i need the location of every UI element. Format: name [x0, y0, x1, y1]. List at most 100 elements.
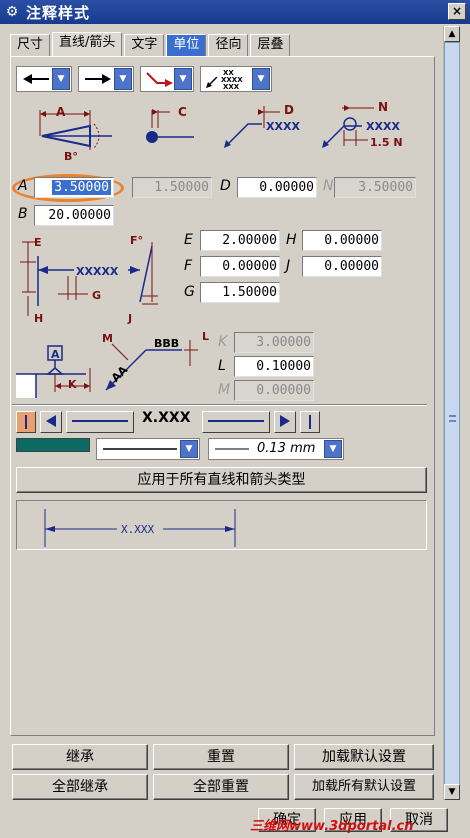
right-dimension-line-toggle[interactable]	[202, 411, 270, 433]
field-d-label: D	[220, 178, 231, 194]
svg-text:M: M	[102, 332, 113, 345]
svg-text:E: E	[34, 236, 42, 249]
tab-line-arrow[interactable]: 直线/箭头	[52, 32, 123, 56]
field-a-input[interactable]: 3.50000	[34, 177, 114, 198]
leader-type-dropdown[interactable]: ▼	[140, 66, 194, 92]
line-width-dropdown[interactable]: 0.13 mm ▼	[208, 438, 344, 460]
scroll-thumb[interactable]	[444, 42, 460, 794]
preview-text: X.XXX	[121, 523, 154, 536]
field-a-value: 3.50000	[52, 180, 111, 195]
right-arrow-toggle[interactable]	[274, 411, 296, 433]
datum-leader-diagram: A K M BBB AA L	[16, 330, 209, 398]
field-l-input[interactable]: 0.10000	[234, 356, 314, 377]
title-bar: ⚙ 注释样式 ×	[0, 0, 470, 24]
window-title: 注释样式	[26, 3, 91, 22]
chevron-down-icon[interactable]: ▼	[252, 68, 270, 90]
load-default-button[interactable]: 加载默认设置	[294, 744, 434, 770]
preview-dimension-graphic: X.XXX	[44, 509, 236, 547]
tab-stacking[interactable]: 层叠	[250, 34, 291, 56]
field-j-input[interactable]: 0.00000	[302, 256, 382, 277]
field-a-label: A	[18, 178, 28, 194]
svg-text:C: C	[178, 105, 187, 119]
svg-text:J: J	[127, 312, 132, 324]
inherit-button[interactable]: 继承	[12, 744, 148, 770]
arrow-left-icon	[23, 74, 49, 84]
field-h-input[interactable]: 0.00000	[302, 230, 382, 251]
svg-text:BBB: BBB	[154, 337, 179, 350]
svg-text:L: L	[202, 330, 209, 343]
apply-to-all-button[interactable]: 应用于所有直线和箭头类型	[16, 467, 427, 493]
field-b-label: B	[18, 206, 28, 222]
left-arrow-toggle[interactable]	[40, 411, 62, 433]
line-style-dropdown[interactable]: ▼	[96, 438, 200, 460]
dimension-text-placeholder: X.XXX	[142, 410, 191, 426]
field-k-label: K	[218, 334, 228, 350]
leader-stack-icon: XX XXXX XXX	[206, 69, 243, 91]
vertical-scrollbar[interactable]: ▲ ▼	[443, 26, 460, 800]
right-extension-toggle[interactable]	[300, 411, 320, 433]
close-button[interactable]: ×	[448, 3, 466, 20]
line-icon	[72, 420, 128, 422]
svg-text:1.5 N: 1.5 N	[370, 136, 403, 149]
field-m-input[interactable]: 0.00000	[234, 380, 314, 401]
tab-dimension[interactable]: 尺寸	[10, 34, 51, 56]
svg-text:A: A	[51, 348, 60, 361]
chevron-down-icon[interactable]: ▼	[174, 68, 192, 90]
leader-stack-dropdown[interactable]: XX XXXX XXX ▼	[200, 66, 272, 92]
left-dimension-line-toggle[interactable]	[66, 411, 134, 433]
tab-text[interactable]: 文字	[124, 34, 165, 56]
tab-radial[interactable]: 径向	[208, 34, 249, 56]
svg-text:XXX: XXX	[223, 83, 240, 91]
left-extension-toggle[interactable]	[16, 411, 36, 433]
field-c-input[interactable]: 1.50000	[132, 177, 212, 198]
chevron-down-icon[interactable]: ▼	[52, 68, 70, 90]
svg-text:K: K	[68, 378, 77, 391]
extension-bar-icon	[309, 415, 311, 429]
line-width-label: 0.13 mm	[257, 441, 316, 456]
svg-text:A: A	[56, 105, 66, 119]
svg-text:N: N	[378, 100, 388, 114]
svg-text:XXXX: XXXX	[266, 120, 300, 133]
field-m-label: M	[218, 382, 231, 398]
right-arrow-type-dropdown[interactable]: ▼	[78, 66, 134, 92]
inherit-all-button[interactable]: 全部继承	[12, 774, 148, 800]
chevron-down-icon[interactable]: ▼	[114, 68, 132, 90]
field-g-input[interactable]: 1.50000	[200, 282, 280, 303]
tab-bar: 尺寸 直线/箭头 文字 单位 径向 层叠	[10, 32, 292, 56]
watermark: 三维网www.3dportal.cn	[250, 819, 414, 834]
load-all-default-button[interactable]: 加载所有默认设置	[294, 774, 434, 800]
svg-text:B°: B°	[64, 150, 78, 163]
arrow-dimension-diagram: A B° C D XXXX N XXXX 1.5 N	[39, 100, 403, 163]
field-h-label: H	[286, 232, 297, 248]
leader-bend-icon	[146, 72, 173, 87]
thin-line-icon	[215, 448, 249, 450]
field-e-input[interactable]: 2.00000	[200, 230, 280, 251]
scroll-up-icon[interactable]: ▲	[444, 26, 460, 42]
extension-bar-icon	[25, 415, 27, 429]
arrow-right-icon	[85, 74, 111, 84]
field-f-label: F	[184, 258, 193, 274]
solid-line-icon	[103, 448, 177, 450]
svg-text:AA: AA	[109, 363, 131, 385]
field-j-label: J	[286, 258, 291, 274]
reset-all-button[interactable]: 全部重置	[153, 774, 289, 800]
extension-line-diagram: E H XXXXX G F° J	[20, 234, 158, 324]
field-f-input[interactable]: 0.00000	[200, 256, 280, 277]
scroll-down-icon[interactable]: ▼	[444, 784, 460, 800]
field-d-input[interactable]: 0.00000	[237, 177, 317, 198]
chevron-down-icon[interactable]: ▼	[324, 440, 342, 458]
left-arrow-type-dropdown[interactable]: ▼	[16, 66, 72, 92]
field-l-label: L	[218, 358, 226, 374]
field-b-input[interactable]: 20.00000	[34, 205, 114, 226]
reset-button[interactable]: 重置	[153, 744, 289, 770]
field-n-input[interactable]: 3.50000	[334, 177, 416, 198]
separator	[12, 404, 427, 406]
svg-text:H: H	[34, 312, 43, 324]
chevron-down-icon[interactable]: ▼	[180, 440, 198, 458]
gear-icon: ⚙	[5, 4, 19, 20]
svg-text:D: D	[284, 103, 294, 117]
field-k-input[interactable]: 3.00000	[234, 332, 314, 353]
line-color-swatch[interactable]	[16, 438, 90, 452]
tab-units[interactable]: 单位	[166, 34, 207, 56]
arrow-left-icon	[46, 415, 56, 427]
